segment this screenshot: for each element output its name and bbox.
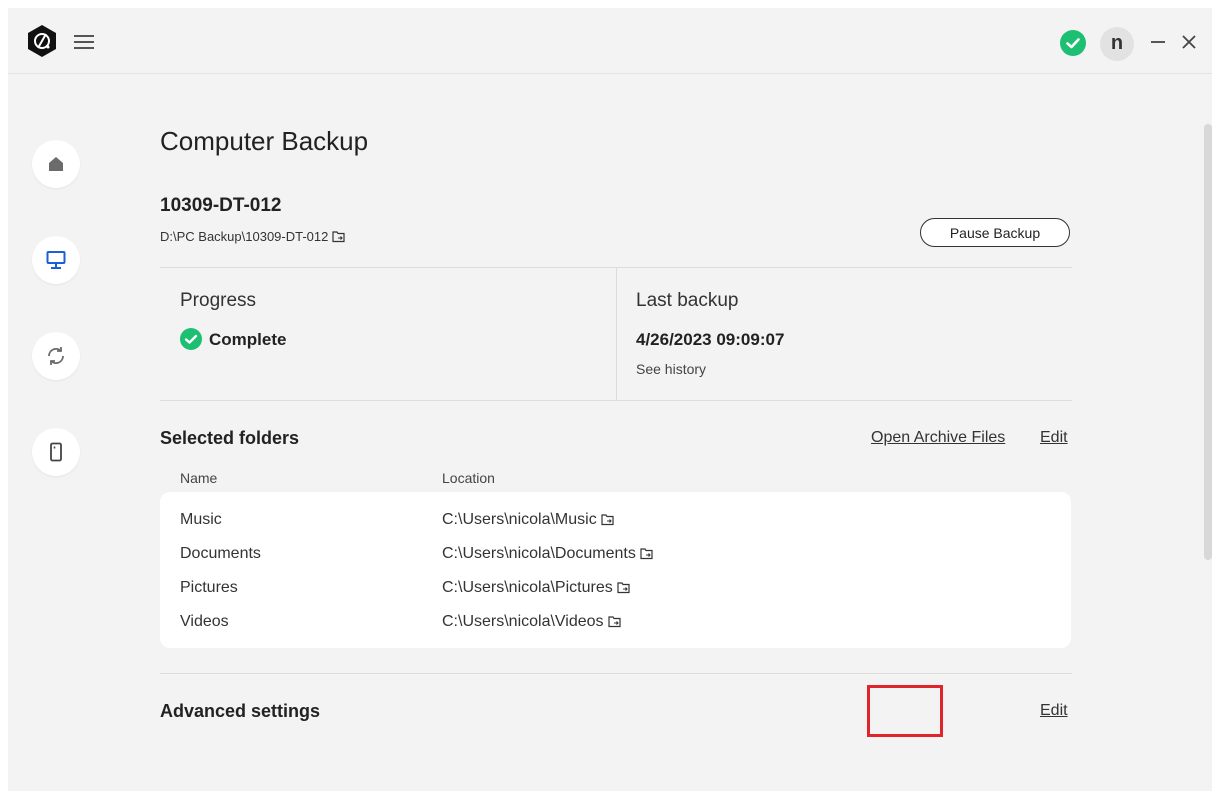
sync-icon (48, 347, 64, 365)
device-path-text: D:\PC Backup\10309-DT-012 (160, 229, 329, 244)
open-folder-icon[interactable] (601, 505, 615, 539)
advanced-settings-title: Advanced settings (160, 701, 321, 721)
nav-sync[interactable] (32, 332, 80, 380)
folder-location-text: C:\Users\nicola\Documents (442, 545, 636, 562)
home-icon (49, 157, 63, 171)
last-backup-label: Last backup (636, 290, 739, 311)
edit-folders-link[interactable]: Edit (1040, 429, 1068, 447)
complete-check-icon (180, 328, 202, 350)
folder-location-text: C:\Users\nicola\Pictures (442, 579, 613, 596)
open-folder-icon[interactable] (617, 573, 631, 607)
open-folder-icon[interactable] (640, 539, 654, 573)
selected-folders-title: Selected folders (160, 428, 300, 448)
folder-location[interactable]: C:\Users\nicola\Documents (442, 537, 654, 573)
see-history-link[interactable]: See history (636, 361, 706, 377)
menu-icon[interactable] (72, 32, 96, 50)
folder-location[interactable]: C:\Users\nicola\Music (442, 503, 615, 539)
divider (160, 673, 1072, 674)
open-folder-icon[interactable] (607, 607, 622, 641)
open-archive-files-link[interactable]: Open Archive Files (871, 429, 1005, 447)
minimize-icon[interactable] (1148, 30, 1170, 54)
progress-label: Progress (180, 290, 257, 311)
progress-status: Complete (209, 330, 287, 349)
app-logo-icon (26, 24, 58, 58)
folder-name: Music (180, 511, 222, 528)
last-backup-time: 4/26/2023 09:09:07 (636, 330, 785, 349)
close-icon[interactable] (1178, 30, 1200, 54)
page-title: Computer Backup (160, 126, 369, 156)
divider-vertical (616, 268, 617, 400)
main-content: Computer Backup 10309-DT-012 D:\PC Backu… (160, 8, 1072, 791)
device-path[interactable]: D:\PC Backup\10309-DT-012 (160, 229, 346, 246)
folder-location[interactable]: C:\Users\nicola\Pictures (442, 571, 631, 607)
column-header-location: Location (442, 470, 495, 486)
table-row: Videos C:\Users\nicola\Videos (160, 605, 1071, 639)
pause-backup-button[interactable]: Pause Backup (920, 218, 1070, 247)
nav-home[interactable] (32, 140, 80, 188)
open-folder-icon[interactable] (332, 230, 346, 246)
app-window: n Computer Backup 10309-DT-012 D:\PC Bac… (8, 8, 1212, 791)
folder-location-text: C:\Users\nicola\Videos (442, 613, 604, 630)
highlight-annotation (867, 685, 943, 737)
folder-location[interactable]: C:\Users\nicola\Videos (442, 605, 622, 641)
phone-icon (50, 442, 62, 462)
table-row: Documents C:\Users\nicola\Documents (160, 537, 1071, 571)
computer-icon (46, 251, 66, 269)
folder-name: Pictures (180, 579, 238, 596)
nav-mobile[interactable] (32, 428, 80, 476)
folder-table: Music C:\Users\nicola\Music Documents C:… (160, 492, 1071, 648)
scrollbar[interactable] (1204, 124, 1212, 560)
table-row: Music C:\Users\nicola\Music (160, 503, 1071, 537)
table-row: Pictures C:\Users\nicola\Pictures (160, 571, 1071, 605)
column-header-name: Name (180, 470, 218, 486)
folder-name: Videos (180, 613, 229, 630)
user-avatar[interactable]: n (1100, 27, 1134, 61)
device-name: 10309-DT-012 (160, 195, 282, 216)
edit-advanced-settings-link[interactable]: Edit (1040, 702, 1068, 720)
divider (160, 400, 1072, 401)
nav-computer-backup[interactable] (32, 236, 80, 284)
folder-name: Documents (180, 545, 261, 562)
folder-location-text: C:\Users\nicola\Music (442, 511, 597, 528)
